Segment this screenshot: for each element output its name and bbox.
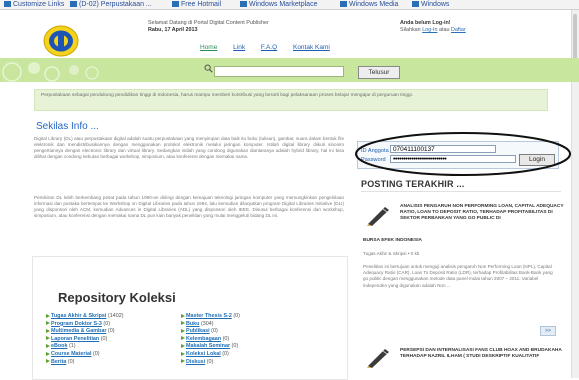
- repository-item[interactable]: Publikasi (0): [181, 328, 240, 336]
- login-status: Anda belum Log-in! Silahkan Log-In atau …: [400, 20, 466, 34]
- top-nav: Home Link F.A.Q Kontak Kami: [200, 44, 344, 51]
- bullet-icon: [46, 343, 50, 348]
- post-title-continued[interactable]: BURSA EFEK INDONESIA: [363, 238, 563, 244]
- nav-contact[interactable]: Kontak Kami: [293, 44, 330, 51]
- repository-item[interactable]: Makalah Seminar (0): [181, 343, 240, 351]
- bullet-icon: [181, 336, 185, 341]
- bookmark-item[interactable]: Windows Marketplace: [240, 0, 317, 9]
- page-icon: [4, 1, 11, 8]
- repository-list-left: Tugas Akhir & Skripsi (1402) Program Dok…: [46, 313, 124, 366]
- bookmark-item[interactable]: Windows: [412, 0, 449, 9]
- read-more-button[interactable]: >>: [540, 326, 556, 336]
- university-logo: [43, 25, 79, 57]
- repository-item[interactable]: Course Material (0): [46, 351, 124, 359]
- latest-posts-title: POSTING TERAKHIR ...: [361, 179, 465, 189]
- page-icon: [70, 1, 77, 8]
- post-title[interactable]: PERSEPSI DAN INTERNALISASI FANS CLUB HOA…: [400, 348, 565, 360]
- page-icon: [412, 1, 419, 8]
- bullet-icon: [181, 359, 185, 364]
- info-paragraph: Pemikiran DL lebih berkembang pesat pada…: [34, 195, 344, 219]
- decorative-circles: [2, 62, 99, 82]
- bullet-icon: [181, 351, 185, 356]
- pen-icon: [367, 349, 389, 368]
- post-excerpt: Penelitian ini bertujuan untuk menguji a…: [363, 264, 553, 288]
- date-line: Rabu, 17 April 2013: [148, 27, 198, 33]
- bullet-icon: [46, 321, 50, 326]
- bullet-icon: [46, 359, 50, 364]
- divider: [361, 191, 561, 192]
- repository-item[interactable]: Diskusi (0): [181, 359, 240, 367]
- search-button[interactable]: Telusur: [358, 66, 400, 79]
- nav-faq[interactable]: F.A.Q: [261, 44, 277, 51]
- welcome-text: Selamat Datang di Portal Digital Content…: [148, 20, 269, 34]
- highlight-ellipse: [355, 132, 571, 176]
- bullet-icon: [181, 343, 185, 348]
- repository-item[interactable]: Kelembagaan (0): [181, 336, 240, 344]
- bookmark-item[interactable]: (D-02) Perpustakaan ...: [70, 0, 152, 9]
- repository-item[interactable]: Program Doktor S-3 (0): [46, 321, 124, 329]
- login-link[interactable]: Log-In: [422, 27, 437, 33]
- nav-home[interactable]: Home: [200, 44, 217, 51]
- section-title: Sekilas Info ...: [36, 121, 99, 132]
- repository-title: Repository Koleksi: [58, 290, 176, 305]
- search-icon: [204, 64, 213, 73]
- pen-icon: [367, 207, 389, 226]
- bookmarks-bar: Customize Links (D-02) Perpustakaan ... …: [0, 0, 579, 10]
- page-icon: [172, 1, 179, 8]
- bullet-icon: [46, 313, 50, 318]
- register-link[interactable]: Daftar: [451, 27, 466, 33]
- repository-item[interactable]: Berita (0): [46, 359, 124, 367]
- bullet-icon: [181, 313, 185, 318]
- bullet-icon: [46, 328, 50, 333]
- repository-item[interactable]: eBook (1): [46, 343, 124, 351]
- repository-item[interactable]: Multimedia & Gambar (0): [46, 328, 124, 336]
- repository-item[interactable]: Buku (304): [181, 321, 240, 329]
- post-title[interactable]: ANALISIS PENGARUH NON PERFORMING LOAN, C…: [400, 204, 565, 223]
- page-icon: [340, 1, 347, 8]
- description-banner: Perpustakaan sebagai pendukung pendidika…: [34, 89, 548, 111]
- post-meta: Tugas Akhir & Skripsi • 0 kb: [363, 251, 420, 256]
- search-input[interactable]: [214, 66, 344, 77]
- login-prompt: Silahkan Log-In atau Daftar: [400, 27, 466, 33]
- repository-item[interactable]: Koleksi Lokal (0): [181, 351, 240, 359]
- bookmark-item[interactable]: Windows Media: [340, 0, 398, 9]
- nav-link[interactable]: Link: [233, 44, 245, 51]
- repository-item[interactable]: Tugas Akhir & Skripsi (1402): [46, 313, 124, 321]
- info-paragraph: Digital Library (DL) atau perpustakaan d…: [34, 136, 344, 160]
- repository-list-right: Master Thesis S-2 (0) Buku (304) Publika…: [181, 313, 240, 366]
- page-icon: [240, 1, 247, 8]
- bullet-icon: [46, 351, 50, 356]
- bookmark-item[interactable]: Customize Links: [4, 0, 64, 9]
- repository-item[interactable]: Master Thesis S-2 (0): [181, 313, 240, 321]
- login-status-title: Anda belum Log-in!: [400, 20, 451, 26]
- bookmark-item[interactable]: Free Hotmail: [172, 0, 221, 9]
- welcome-line: Selamat Datang di Portal Digital Content…: [148, 20, 269, 26]
- bullet-icon: [46, 336, 50, 341]
- repository-item[interactable]: Laporan Penelitian (0): [46, 336, 124, 344]
- bullet-icon: [181, 321, 185, 326]
- bullet-icon: [181, 328, 185, 333]
